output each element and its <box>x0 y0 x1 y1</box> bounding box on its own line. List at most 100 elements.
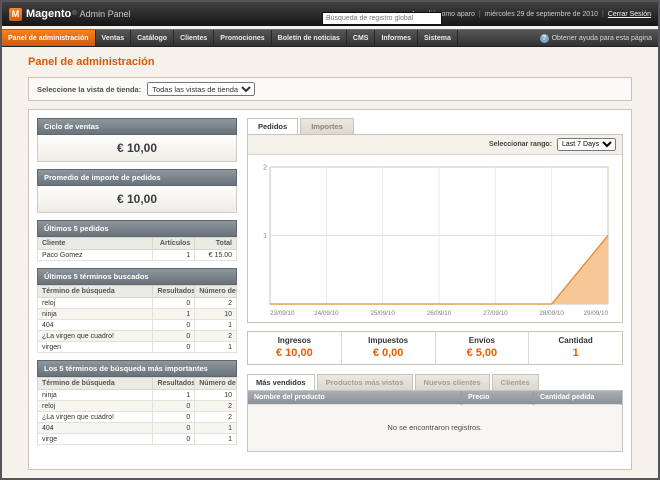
header-user-info: Accedió como aparo | miércoles 29 de sep… <box>411 11 651 18</box>
table-cell: reloj <box>38 401 153 412</box>
bottom-tabs: Más vendidosProductos más vistosNuevos c… <box>247 374 623 390</box>
column-header-articulos: Artículos <box>153 238 195 250</box>
stats-row: Ingresos€ 10,00Impuestos€ 0,00Envíos€ 5,… <box>247 331 623 365</box>
range-select[interactable]: Last 7 Days <box>557 138 616 151</box>
table-cell: 2 <box>195 401 237 412</box>
table-row: virgen01 <box>38 342 237 353</box>
table-cell: ¿La virgen que cuadro! <box>38 412 153 423</box>
table-cell: virgen <box>38 342 153 353</box>
panel-title-average-orders: Promedio de importe de pedidos <box>37 169 237 186</box>
svg-text:25/09/10: 25/09/10 <box>370 310 395 317</box>
table-cell: 2 <box>195 331 237 342</box>
stat-value: 1 <box>529 347 622 359</box>
table-row: ¿La virgen que cuadro!02 <box>38 331 237 342</box>
column-header-cliente: Cliente <box>38 238 153 250</box>
tab-importes[interactable]: Importes <box>300 118 354 134</box>
table-header-row: ClienteArtículosTotal <box>38 238 237 250</box>
logo-subtitle: Admin Panel <box>80 9 131 19</box>
nav-item-panel-de-administracion[interactable]: Panel de administración <box>2 30 96 46</box>
stat-label: Cantidad <box>529 336 622 345</box>
column-header-numero-de-usos: Número de usos <box>195 286 237 298</box>
global-search-input[interactable] <box>322 12 442 25</box>
stat-value: € 5,00 <box>436 347 529 359</box>
nav-item-cms[interactable]: CMS <box>347 30 376 46</box>
table-cell: 0 <box>153 298 195 309</box>
table-row: ¿La virgen que cuadro!02 <box>38 412 237 423</box>
column-header-precio: Precio <box>462 391 534 405</box>
table-row: ninja110 <box>38 309 237 320</box>
logout-link[interactable]: Cerrar Sesión <box>608 11 651 18</box>
dashboard-sidebar: Ciclo de ventas € 10,00 Promedio de impo… <box>37 118 237 461</box>
table-cell: 0 <box>153 331 195 342</box>
logo-text: Magento <box>26 8 71 20</box>
table-cell: 1 <box>153 390 195 401</box>
panel-title-last-orders: Últimos 5 pedidos <box>37 220 237 237</box>
nav-item-clientes[interactable]: Clientes <box>174 30 214 46</box>
table-cell: 1 <box>195 434 237 445</box>
table-cell: 0 <box>153 412 195 423</box>
table-header-row: Término de búsquedaResultadosNúmero de u… <box>38 286 237 298</box>
table-cell: virge <box>38 434 153 445</box>
dashboard-container: Ciclo de ventas € 10,00 Promedio de impo… <box>28 109 632 470</box>
tab-mas-vendidos[interactable]: Más vendidos <box>247 374 315 390</box>
magento-logo[interactable]: M Magento ® Admin Panel <box>9 8 131 21</box>
top-search-terms-table: Término de búsquedaResultadosNúmero de u… <box>37 377 237 445</box>
nav-item-promociones[interactable]: Promociones <box>214 30 271 46</box>
lifetime-sales-value: € 10,00 <box>37 135 237 162</box>
separator: | <box>602 11 604 18</box>
column-header-termino-de-busqueda: Término de búsqueda <box>38 378 153 390</box>
table-cell: 1 <box>153 309 195 320</box>
table-cell: 0 <box>153 434 195 445</box>
page-title: Panel de administración <box>28 56 632 68</box>
store-view-select[interactable]: Todas las vistas de tienda <box>147 82 255 96</box>
last-orders-panel: Últimos 5 pedidos ClienteArtículosTotal … <box>37 220 237 261</box>
nav-item-boletin-de-noticias[interactable]: Boletín de noticias <box>272 30 347 46</box>
empty-message: No se encontraron registros. <box>248 405 622 451</box>
magento-logo-icon: M <box>9 8 22 21</box>
help-link[interactable]: ? Obtener ayuda para esta página <box>534 30 658 46</box>
table-cell: ¿La virgen que cuadro! <box>38 331 153 342</box>
svg-text:26/09/10: 26/09/10 <box>427 310 452 317</box>
average-orders-panel: Promedio de importe de pedidos € 10,00 <box>37 169 237 213</box>
orders-chart: 1223/09/1024/09/1025/09/1026/09/1027/09/… <box>254 160 616 318</box>
stat-ingresos: Ingresos€ 10,00 <box>248 332 341 364</box>
table-cell: 0 <box>153 423 195 434</box>
dashboard-main: PedidosImportes Seleccionar rango: Last … <box>247 118 623 461</box>
column-header-total: Total <box>195 238 237 250</box>
main-nav: Panel de administraciónVentasCatálogoCli… <box>2 29 658 47</box>
table-cell: 10 <box>195 390 237 401</box>
nav-item-ventas[interactable]: Ventas <box>96 30 132 46</box>
svg-text:27/09/10: 27/09/10 <box>483 310 508 317</box>
chart-panel: Seleccionar rango: Last 7 Days 1223/09/1… <box>247 134 623 323</box>
table-cell: 2 <box>195 412 237 423</box>
column-header-resultados: Resultados <box>153 378 195 390</box>
svg-text:23/09/10: 23/09/10 <box>270 310 295 317</box>
help-icon: ? <box>540 34 549 43</box>
stat-value: € 0,00 <box>342 347 435 359</box>
tab-productos-mas-vistos[interactable]: Productos más vistos <box>317 374 413 390</box>
stat-label: Envíos <box>436 336 529 345</box>
column-header-cantidad-pedida: Cantidad pedida <box>534 391 622 405</box>
svg-text:24/09/10: 24/09/10 <box>314 310 339 317</box>
table-cell: reloj <box>38 298 153 309</box>
column-header-termino-de-busqueda: Término de búsqueda <box>38 286 153 298</box>
stat-cantidad: Cantidad 1 <box>528 332 622 364</box>
nav-item-sistema[interactable]: Sistema <box>418 30 458 46</box>
nav-item-catalogo[interactable]: Catálogo <box>131 30 174 46</box>
content-area: Panel de administración Seleccione la vi… <box>2 47 658 478</box>
svg-text:2: 2 <box>263 165 267 172</box>
range-selector-row: Seleccionar rango: Last 7 Days <box>248 135 622 155</box>
tab-pedidos[interactable]: Pedidos <box>247 118 298 134</box>
products-panel: Nombre del productoPrecioCantidad pedida… <box>247 390 623 452</box>
table-cell: 1 <box>153 250 195 261</box>
last-orders-table: ClienteArtículosTotal Paco Gomez1€ 15.00 <box>37 237 237 261</box>
chart-tabs: PedidosImportes <box>247 118 623 134</box>
nav-item-informes[interactable]: Informes <box>375 30 418 46</box>
global-search <box>322 7 442 25</box>
table-row: 40401 <box>38 423 237 434</box>
tab-nuevos-clientes[interactable]: Nuevos clientes <box>415 374 490 390</box>
tab-clientes[interactable]: Clientes <box>492 374 539 390</box>
store-view-label: Seleccione la vista de tienda: <box>37 85 141 94</box>
table-header-row: Término de búsquedaResultadosNúmero de u… <box>38 378 237 390</box>
top-search-terms-panel: Los 5 términos de búsqueda más important… <box>37 360 237 445</box>
